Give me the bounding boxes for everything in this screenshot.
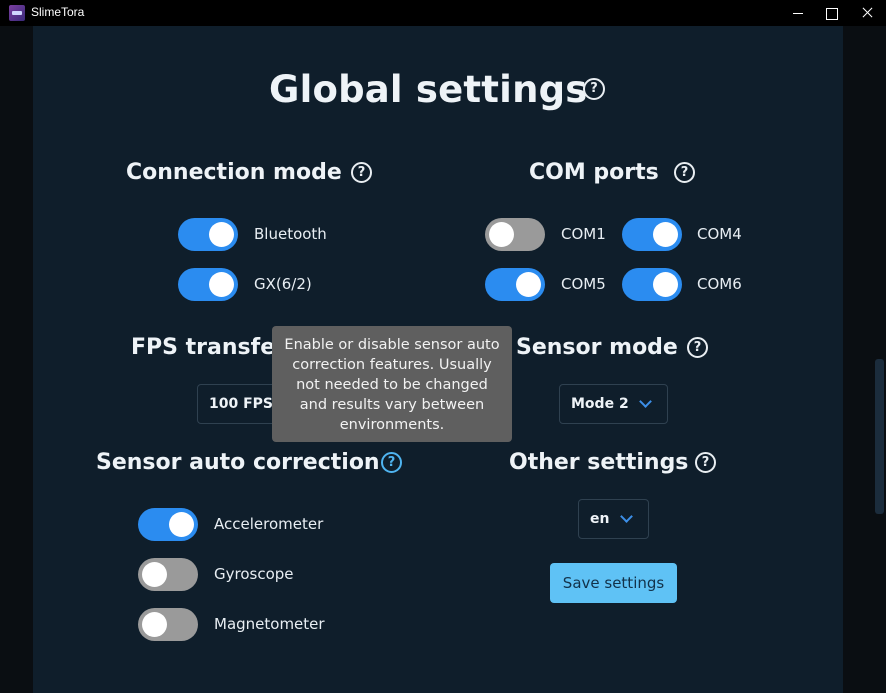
fps-transfer-title: FPS transfer bbox=[131, 335, 286, 360]
page-title: Global settings bbox=[269, 68, 588, 111]
language-select-value: en bbox=[590, 511, 610, 527]
chevron-down-icon bbox=[639, 395, 652, 408]
com1-label: COM1 bbox=[561, 225, 606, 243]
app-logo-icon bbox=[9, 5, 25, 21]
com1-toggle[interactable] bbox=[485, 218, 545, 251]
com4-label: COM4 bbox=[697, 225, 742, 243]
save-settings-button[interactable]: Save settings bbox=[550, 563, 677, 603]
scrollbar[interactable] bbox=[873, 26, 886, 693]
sensor-mode-select[interactable]: Mode 2 bbox=[559, 384, 668, 424]
gx-toggle[interactable] bbox=[178, 268, 238, 301]
com6-label: COM6 bbox=[697, 275, 742, 293]
window-title: SlimeTora bbox=[31, 5, 85, 19]
maximize-icon[interactable] bbox=[814, 0, 848, 26]
other-settings-title: Other settings bbox=[509, 450, 689, 475]
sensor-auto-correction-help-icon[interactable]: ? bbox=[381, 452, 402, 473]
magnetometer-label: Magnetometer bbox=[214, 615, 325, 633]
close-icon[interactable] bbox=[850, 0, 884, 26]
language-select[interactable]: en bbox=[578, 499, 649, 539]
title-bar: SlimeTora bbox=[0, 0, 886, 26]
accelerometer-label: Accelerometer bbox=[214, 515, 324, 533]
chevron-down-icon bbox=[620, 510, 633, 523]
com4-toggle[interactable] bbox=[622, 218, 682, 251]
gyroscope-toggle[interactable] bbox=[138, 558, 198, 591]
scrollbar-thumb[interactable] bbox=[875, 359, 884, 514]
fps-select-value: 100 FPS bbox=[209, 396, 274, 412]
com-ports-help-icon[interactable]: ? bbox=[674, 162, 695, 183]
bluetooth-label: Bluetooth bbox=[254, 225, 327, 243]
sensor-mode-help-icon[interactable]: ? bbox=[687, 337, 708, 358]
minimize-icon[interactable] bbox=[780, 0, 814, 26]
sensor-auto-correction-title: Sensor auto correction bbox=[96, 450, 380, 475]
sensor-auto-correction-tooltip: Enable or disable sensor auto correction… bbox=[272, 326, 512, 442]
gyroscope-label: Gyroscope bbox=[214, 565, 294, 583]
page-help-icon[interactable]: ? bbox=[583, 78, 605, 100]
com-ports-title: COM ports bbox=[529, 160, 659, 185]
connection-mode-help-icon[interactable]: ? bbox=[351, 162, 372, 183]
bluetooth-toggle[interactable] bbox=[178, 218, 238, 251]
magnetometer-toggle[interactable] bbox=[138, 608, 198, 641]
sensor-mode-title: Sensor mode bbox=[516, 335, 678, 360]
com5-label: COM5 bbox=[561, 275, 606, 293]
accelerometer-toggle[interactable] bbox=[138, 508, 198, 541]
other-settings-help-icon[interactable]: ? bbox=[695, 452, 716, 473]
connection-mode-title: Connection mode bbox=[126, 160, 342, 185]
sensor-mode-select-value: Mode 2 bbox=[571, 396, 629, 412]
com5-toggle[interactable] bbox=[485, 268, 545, 301]
gx-label: GX(6/2) bbox=[254, 275, 312, 293]
com6-toggle[interactable] bbox=[622, 268, 682, 301]
